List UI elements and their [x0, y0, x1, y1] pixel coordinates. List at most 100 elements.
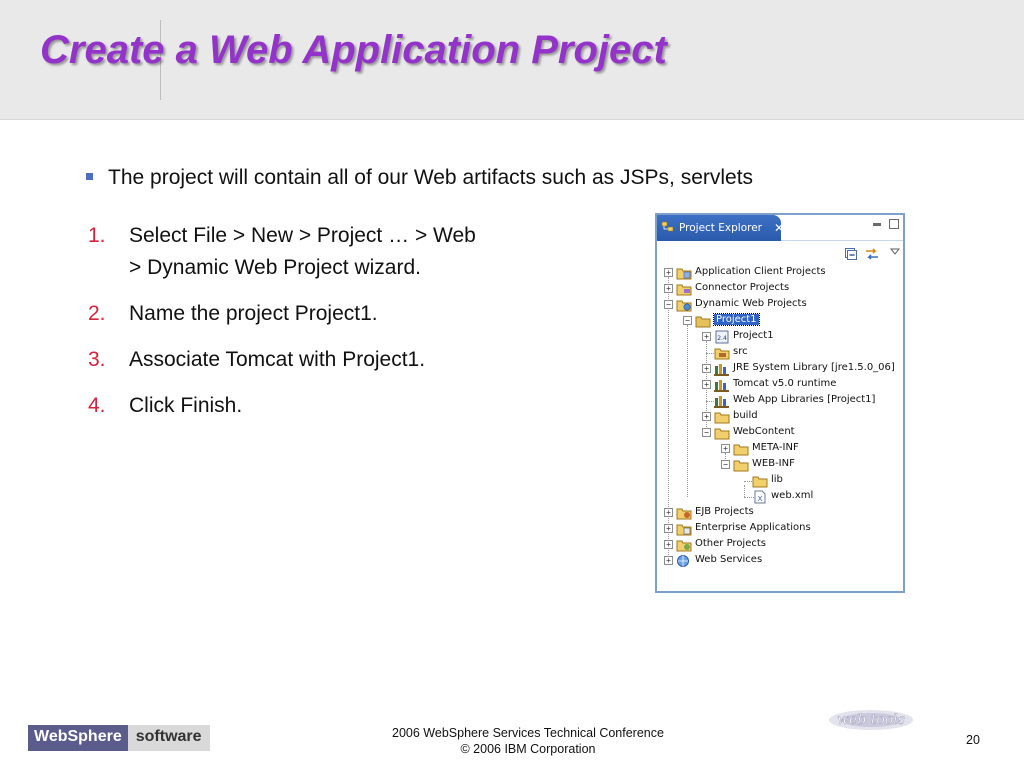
step-item: 2. Name the project Project1. [88, 298, 568, 330]
step-item: 1. Select File > New > Project … > Web >… [88, 220, 568, 284]
tree-row[interactable]: src [657, 345, 903, 361]
folder-icon [714, 426, 730, 440]
tree-item-label: web.xml [771, 490, 814, 501]
collapse-icon[interactable]: − [664, 300, 673, 309]
other-folder-icon [676, 538, 692, 552]
tree-row[interactable]: − WebContent [657, 425, 903, 441]
folder-icon [714, 410, 730, 424]
bullet-square-icon [86, 173, 93, 180]
svg-text:X: X [758, 495, 763, 503]
close-icon[interactable]: ✕ [774, 221, 784, 235]
tab-label: Project Explorer [679, 222, 762, 234]
step-number: 3. [88, 348, 106, 371]
step-number: 4. [88, 394, 106, 417]
svg-text:2.4: 2.4 [717, 335, 727, 342]
step-text: Name the project Project1. [129, 302, 378, 325]
expand-icon[interactable]: + [702, 412, 711, 421]
tree-item-label: Other Projects [695, 538, 766, 549]
project-explorer-view: Project Explorer ✕ + Application Client P… [655, 213, 905, 593]
deployment-descriptor-icon: 2.4 [714, 330, 730, 344]
expand-icon[interactable]: + [702, 332, 711, 341]
tree-item-label: Web Services [695, 554, 763, 565]
tree-item-label: Dynamic Web Projects [695, 298, 807, 309]
tree-row[interactable]: Web App Libraries [Project1] [657, 393, 903, 409]
ejb-folder-icon [676, 506, 692, 520]
websphere-logo: WebSphere software [28, 725, 210, 751]
library-icon [714, 378, 730, 392]
project-tree: + Application Client Projects + Connector P… [657, 265, 903, 569]
tree-item-label: META-INF [752, 442, 799, 453]
step-text-line: Select File > New > Project … > Web [129, 224, 476, 247]
tree-row[interactable]: + Web Services [657, 553, 903, 569]
maximize-icon[interactable] [889, 219, 899, 229]
expand-icon[interactable]: + [702, 364, 711, 373]
project-explorer-tab[interactable]: Project Explorer ✕ [657, 215, 784, 241]
enterprise-folder-icon [676, 522, 692, 536]
tree-row[interactable]: − Dynamic Web Projects [657, 297, 903, 313]
tree-row[interactable]: + JRE System Library [jre1.5.0_06] [657, 361, 903, 377]
collapse-icon[interactable]: − [683, 316, 692, 325]
tree-item-label: Application Client Projects [695, 266, 826, 277]
tree-row[interactable]: + build [657, 409, 903, 425]
tree-item-label: Project1 [733, 330, 774, 341]
step-number: 2. [88, 302, 106, 325]
library-icon [714, 362, 730, 376]
expand-icon[interactable]: + [664, 524, 673, 533]
tree-row[interactable]: + Application Client Projects [657, 265, 903, 281]
tree-row[interactable]: lib [657, 473, 903, 489]
web-services-icon [676, 554, 692, 568]
collapse-all-icon[interactable] [843, 246, 859, 262]
app-client-folder-icon [676, 266, 692, 280]
tree-row[interactable]: + Connector Projects [657, 281, 903, 297]
tree-row[interactable]: + Enterprise Applications [657, 521, 903, 537]
conference-name: 2006 WebSphere Services Technical Confer… [392, 726, 664, 740]
tree-row[interactable]: − Project1 [657, 313, 903, 329]
tree-item-label: JRE System Library [jre1.5.0_06] [733, 362, 895, 373]
tree-row[interactable]: − WEB-INF [657, 457, 903, 473]
step-text: Select File > New > Project … > Web > Dy… [129, 220, 476, 284]
view-toolbar [657, 241, 903, 267]
tree-row[interactable]: + Tomcat v5.0 runtime [657, 377, 903, 393]
slide-title: Create a Web Application Project [40, 28, 667, 72]
project-explorer-icon [661, 221, 675, 235]
step-number: 1. [88, 224, 106, 247]
tree-row[interactable]: Xweb.xml [657, 489, 903, 505]
software-brand-text: software [127, 725, 210, 751]
web-projects-folder-icon [676, 298, 692, 312]
folder-icon [733, 442, 749, 456]
tree-row[interactable]: + META-INF [657, 441, 903, 457]
xml-file-icon: X [752, 490, 768, 504]
source-folder-icon [714, 346, 730, 360]
tree-row[interactable]: + EJB Projects [657, 505, 903, 521]
tree-row[interactable]: + Other Projects [657, 537, 903, 553]
minimize-icon[interactable] [873, 223, 881, 226]
expand-icon[interactable]: + [702, 380, 711, 389]
websphere-brand-text: WebSphere [28, 725, 128, 751]
step-text-line: > Dynamic Web Project wizard. [129, 256, 421, 279]
tree-row[interactable]: +2.4 Project1 [657, 329, 903, 345]
link-with-editor-icon[interactable] [864, 246, 880, 262]
expand-icon[interactable]: + [664, 284, 673, 293]
tree-item-label: EJB Projects [695, 506, 754, 517]
intro-bullet-text: The project will contain all of our Web … [108, 166, 754, 189]
tree-item-label: Enterprise Applications [695, 522, 811, 533]
folder-icon [752, 474, 768, 488]
step-item: 4. Click Finish. [88, 390, 568, 422]
steps-list: 1. Select File > New > Project … > Web >… [88, 220, 568, 436]
library-icon [714, 394, 730, 408]
expand-icon[interactable]: + [664, 540, 673, 549]
expand-icon[interactable]: + [664, 508, 673, 517]
copyright: © 2006 IBM Corporation [460, 742, 596, 756]
tree-item-label: src [733, 346, 748, 357]
page-number: 20 [966, 733, 980, 747]
view-menu-icon[interactable] [887, 244, 903, 260]
conference-footer: 2006 WebSphere Services Technical Confer… [328, 725, 728, 757]
expand-icon[interactable]: + [664, 268, 673, 277]
collapse-icon[interactable]: − [702, 428, 711, 437]
expand-icon[interactable]: + [721, 444, 730, 453]
expand-icon[interactable]: + [664, 556, 673, 565]
step-item: 3. Associate Tomcat with Project1. [88, 344, 568, 376]
tree-item-label: WEB-INF [752, 458, 795, 469]
tree-item-label: Web App Libraries [Project1] [733, 394, 876, 405]
collapse-icon[interactable]: − [721, 460, 730, 469]
